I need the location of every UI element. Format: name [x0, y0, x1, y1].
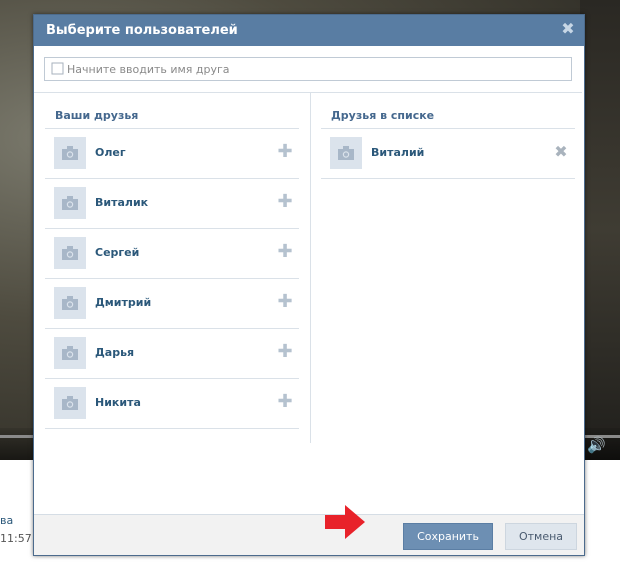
red-arrow-icon	[325, 505, 365, 539]
selected-list-title: Друзья в списке	[321, 105, 575, 129]
friend-name: Никита	[95, 396, 141, 409]
volume-icon[interactable]: 🔊	[587, 436, 606, 454]
add-icon[interactable]: ✚	[277, 143, 293, 161]
friend-row[interactable]: Олег ✚	[45, 129, 299, 179]
avatar	[54, 387, 86, 419]
search-icon	[51, 62, 64, 75]
avatar	[54, 137, 86, 169]
friend-name: Сергей	[95, 246, 140, 259]
add-icon[interactable]: ✚	[277, 243, 293, 261]
avatar	[54, 237, 86, 269]
column-divider	[310, 93, 311, 443]
avatar	[54, 187, 86, 219]
camera-icon	[62, 396, 78, 410]
camera-icon	[62, 146, 78, 160]
friend-name: Дарья	[95, 346, 135, 359]
add-icon[interactable]: ✚	[277, 393, 293, 411]
search-input[interactable]	[67, 58, 565, 80]
camera-icon	[338, 146, 354, 160]
dialog-title: Выберите пользователей	[46, 23, 238, 38]
search-field[interactable]	[44, 57, 572, 81]
add-icon[interactable]: ✚	[277, 293, 293, 311]
friend-name: Олег	[95, 146, 126, 159]
divider	[34, 92, 582, 93]
background-text: ва	[0, 514, 14, 527]
dialog-footer: Сохранить Отмена	[34, 514, 584, 555]
avatar	[54, 287, 86, 319]
dialog-header: Выберите пользователей ✖	[34, 15, 584, 46]
friend-row[interactable]: Виталик ✚	[45, 179, 299, 229]
background-time: 11:57	[0, 532, 32, 545]
remove-icon[interactable]: ✖	[553, 144, 569, 160]
friends-list-title: Ваши друзья	[45, 105, 299, 129]
camera-icon	[62, 246, 78, 260]
friend-name: Виталик	[95, 196, 149, 209]
friend-row[interactable]: Виталий ✖	[321, 129, 575, 179]
friend-name: Виталий	[371, 146, 425, 159]
friend-row[interactable]: Никита ✚	[45, 379, 299, 429]
save-button[interactable]: Сохранить	[403, 523, 493, 550]
friend-row[interactable]: Дмитрий ✚	[45, 279, 299, 329]
avatar	[54, 337, 86, 369]
camera-icon	[62, 296, 78, 310]
selected-friends-list: Друзья в списке Виталий ✖	[321, 105, 575, 179]
cancel-button[interactable]: Отмена	[505, 523, 577, 550]
friends-list: Ваши друзья Олег ✚ Виталик ✚ Сергей ✚ Дмитрий ✚…	[45, 105, 299, 429]
close-icon[interactable]: ✖	[560, 21, 576, 37]
avatar	[330, 137, 362, 169]
add-icon[interactable]: ✚	[277, 193, 293, 211]
camera-icon	[62, 346, 78, 360]
friend-name: Дмитрий	[95, 296, 152, 309]
add-icon[interactable]: ✚	[277, 343, 293, 361]
select-users-dialog: Выберите пользователей ✖ Ваши друзья Оле…	[33, 14, 585, 556]
friend-row[interactable]: Сергей ✚	[45, 229, 299, 279]
camera-icon	[62, 196, 78, 210]
friend-row[interactable]: Дарья ✚	[45, 329, 299, 379]
